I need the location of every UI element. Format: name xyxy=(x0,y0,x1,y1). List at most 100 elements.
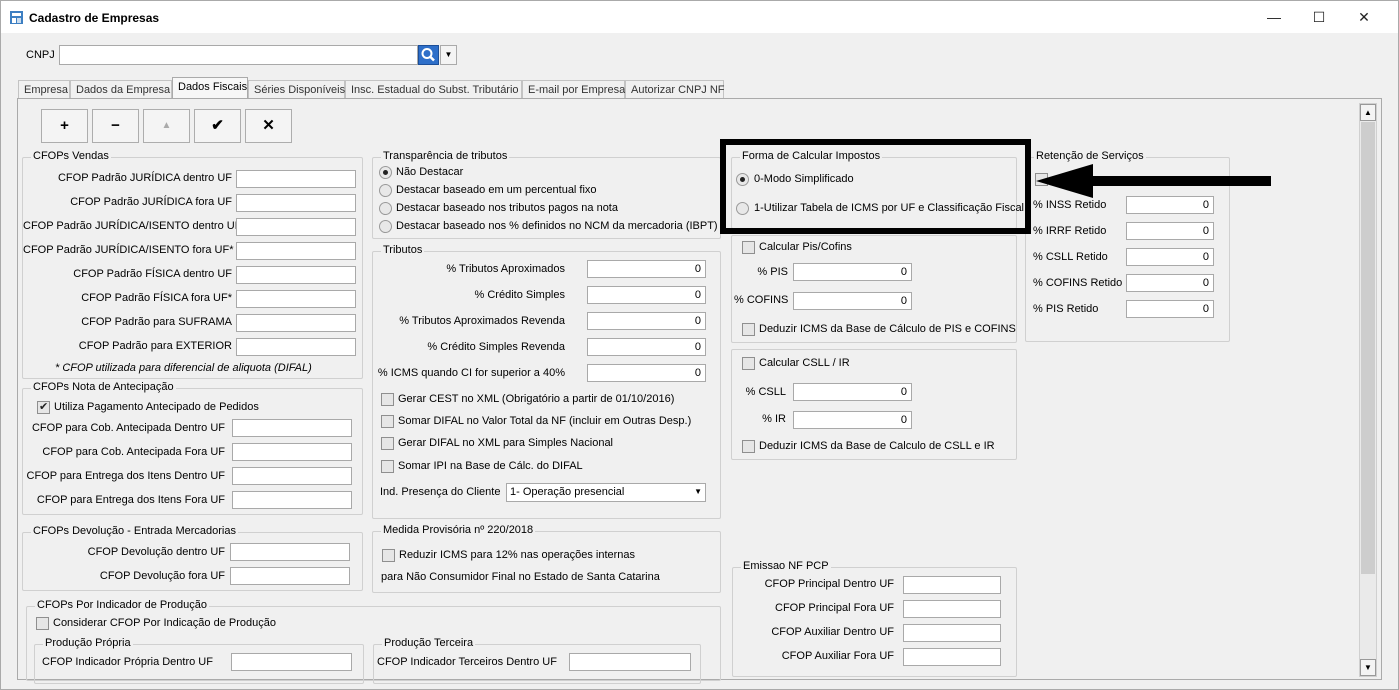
cfop-antecipada-dentro-input[interactable] xyxy=(232,419,352,437)
pis-retido-input[interactable]: 0 xyxy=(1126,300,1214,318)
field-label: CFOP Padrão para EXTERIOR xyxy=(78,340,232,352)
cfop-juridica-isento-dentro-input[interactable] xyxy=(236,218,356,236)
vertical-scrollbar[interactable]: ▲ ▼ xyxy=(1359,103,1377,677)
tab-dados-empresa[interactable]: Dados da Empresa xyxy=(70,80,172,99)
tab-dados-fiscais[interactable]: Dados Fiscais xyxy=(172,77,248,99)
cfop-juridica-fora-input[interactable] xyxy=(236,194,356,212)
somar-difal-checkbox[interactable] xyxy=(381,415,394,428)
field-label: CFOP Padrão JURÍDICA/ISENTO dentro UF xyxy=(23,220,242,232)
minimize-button[interactable]: — xyxy=(1252,5,1296,29)
field-label: % Crédito Simples Revenda xyxy=(427,341,565,353)
irrf-retido-input[interactable]: 0 xyxy=(1126,222,1214,240)
pis-input[interactable]: 0 xyxy=(793,263,912,281)
transparencia-radio-2[interactable] xyxy=(379,202,392,215)
group-title: Tributos xyxy=(381,244,425,256)
main-window: Cadastro de Empresas — ☐ ✕ CNPJ ▼ Empres… xyxy=(0,0,1399,690)
somar-ipi-difal-checkbox[interactable] xyxy=(381,460,394,473)
group-title: Medida Provisória nº 220/2018 xyxy=(381,524,536,536)
field-label: CFOP Padrão JURÍDICA fora UF xyxy=(70,196,232,208)
cofins-retido-input[interactable]: 0 xyxy=(1126,274,1214,292)
close-button[interactable]: ✕ xyxy=(1342,5,1386,29)
field-label: % IRRF Retido xyxy=(1033,225,1107,237)
tab-series-disponiveis[interactable]: Séries Disponíveis xyxy=(248,80,345,99)
field-label: CFOP Auxiliar Dentro UF xyxy=(771,626,894,638)
chevron-down-icon: ▼ xyxy=(444,50,453,59)
csll-input[interactable]: 0 xyxy=(793,383,912,401)
cfop-devolucao-dentro-input[interactable] xyxy=(230,543,350,561)
checkbox-label: Calcular Pis/Cofins xyxy=(759,241,852,253)
cfop-devolucao-fora-input[interactable] xyxy=(230,567,350,585)
csll-retido-input[interactable]: 0 xyxy=(1126,248,1214,266)
cancel-button[interactable]: ✕ xyxy=(245,109,292,143)
field-label: CFOP Indicador Própria Dentro UF xyxy=(42,656,213,668)
ir-input[interactable]: 0 xyxy=(793,411,912,429)
cfop-juridica-dentro-input[interactable] xyxy=(236,170,356,188)
checkbox-label: Somar IPI na Base de Cálc. do DIFAL xyxy=(398,460,583,472)
add-button[interactable]: + xyxy=(41,109,88,143)
field-label: CFOP Devolução dentro UF xyxy=(87,546,225,558)
cofins-input[interactable]: 0 xyxy=(793,292,912,310)
cfop-exterior-input[interactable] xyxy=(236,338,356,356)
tributos-aproximados-revenda-input[interactable]: 0 xyxy=(587,312,706,330)
checkbox-label: Considerar CFOP Por Indicação de Produçã… xyxy=(53,617,276,629)
cfop-auxiliar-dentro-input[interactable] xyxy=(903,624,1001,642)
tab-empresa[interactable]: Empresa xyxy=(18,80,70,99)
cnpj-input[interactable] xyxy=(59,45,418,65)
cfop-suframa-input[interactable] xyxy=(236,314,356,332)
deduzir-icms-pis-checkbox[interactable] xyxy=(742,323,755,336)
search-button[interactable] xyxy=(418,45,439,65)
difal-note: * CFOP utilizada para diferencial de ali… xyxy=(55,362,312,374)
cfop-entrega-fora-input[interactable] xyxy=(232,491,352,509)
transparencia-radio-0[interactable] xyxy=(379,166,392,179)
transparencia-radio-3[interactable] xyxy=(379,220,392,233)
move-up-button[interactable]: ▲ xyxy=(143,109,190,143)
pagamento-antecipado-checkbox[interactable] xyxy=(37,400,50,414)
scrollbar-thumb[interactable] xyxy=(1361,122,1375,574)
icms-ci-40-input[interactable]: 0 xyxy=(587,364,706,382)
checkbox-label: Somar DIFAL no Valor Total da NF (inclui… xyxy=(398,415,692,427)
scroll-down-button[interactable]: ▼ xyxy=(1360,659,1376,676)
deduzir-icms-csll-checkbox[interactable] xyxy=(742,440,755,453)
field-label: % IR xyxy=(762,413,786,425)
reduzir-icms-checkbox[interactable] xyxy=(382,549,395,562)
cfop-entrega-dentro-input[interactable] xyxy=(232,467,352,485)
radio-label: Destacar baseado nos tributos pagos na n… xyxy=(396,202,618,214)
maximize-button[interactable]: ☐ xyxy=(1297,5,1341,29)
confirm-button[interactable]: ✔ xyxy=(194,109,241,143)
remove-button[interactable]: − xyxy=(92,109,139,143)
cnpj-dropdown-button[interactable]: ▼ xyxy=(440,45,457,65)
presenca-label: Ind. Presença do Cliente xyxy=(380,486,501,498)
cfop-principal-dentro-input[interactable] xyxy=(903,576,1001,594)
cfop-antecipada-fora-input[interactable] xyxy=(232,443,352,461)
field-label: % Tributos Aproximados xyxy=(446,263,565,275)
tab-insc-estadual[interactable]: Insc. Estadual do Subst. Tributário xyxy=(345,80,522,99)
tributos-aproximados-input[interactable]: 0 xyxy=(587,260,706,278)
search-icon xyxy=(421,48,435,62)
app-icon xyxy=(10,11,23,24)
tab-autorizar-cnpj[interactable]: Autorizar CNPJ NF xyxy=(625,80,725,99)
gerar-difal-simples-checkbox[interactable] xyxy=(381,437,394,450)
cfop-terceiros-dentro-input[interactable] xyxy=(569,653,691,671)
group-title: CFOPs Devolução - Entrada Mercadorias xyxy=(31,525,238,537)
field-label: CFOP para Entrega dos Itens Fora UF xyxy=(36,494,225,506)
scroll-up-button[interactable]: ▲ xyxy=(1360,104,1376,121)
credito-simples-revenda-input[interactable]: 0 xyxy=(587,338,706,356)
presenca-select[interactable]: 1- Operação presencial ▼ xyxy=(506,483,706,502)
gerar-cest-checkbox[interactable] xyxy=(381,393,394,406)
group-title: CFOPs Nota de Antecipação xyxy=(31,381,176,393)
credito-simples-input[interactable]: 0 xyxy=(587,286,706,304)
considerar-cfop-producao-checkbox[interactable] xyxy=(36,617,49,630)
cfop-auxiliar-fora-input[interactable] xyxy=(903,648,1001,666)
group-title: Produção Terceira xyxy=(382,637,476,649)
transparencia-radio-1[interactable] xyxy=(379,184,392,197)
cfop-propria-dentro-input[interactable] xyxy=(231,653,352,671)
tab-email-empresa[interactable]: E-mail por Empresa xyxy=(522,80,625,99)
checkbox-label: Calcular CSLL / IR xyxy=(759,357,850,369)
cfop-juridica-isento-fora-input[interactable] xyxy=(236,242,356,260)
cfop-fisica-dentro-input[interactable] xyxy=(236,266,356,284)
cfop-principal-fora-input[interactable] xyxy=(903,600,1001,618)
calcular-csll-ir-checkbox[interactable] xyxy=(742,357,755,370)
calcular-pis-cofins-checkbox[interactable] xyxy=(742,241,755,254)
radio-label: Não Destacar xyxy=(396,166,464,178)
cfop-fisica-fora-input[interactable] xyxy=(236,290,356,308)
